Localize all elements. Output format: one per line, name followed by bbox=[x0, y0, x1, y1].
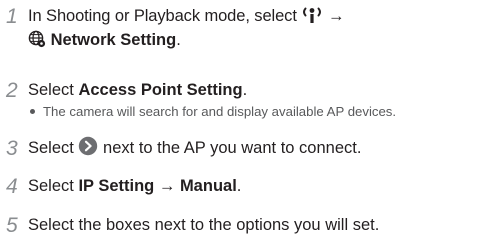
step-1-bold: Network Setting bbox=[50, 31, 177, 49]
step-number: 5 bbox=[6, 214, 18, 237]
step-suffix: next to the AP you want to connect. bbox=[103, 139, 362, 157]
instruction-steps: 1 In Shooting or Playback mode, select → bbox=[0, 0, 502, 242]
step-4: 4 Select IP Setting → Manual. bbox=[6, 176, 241, 197]
step-number: 2 bbox=[6, 79, 18, 102]
step-text: Select the boxes next to the options you… bbox=[28, 216, 380, 234]
step-number: 4 bbox=[6, 175, 18, 198]
bullet-dot bbox=[30, 109, 35, 114]
step-number: 1 bbox=[6, 5, 18, 28]
wifi-icon bbox=[301, 6, 323, 29]
step-2: 2 Select Access Point Setting. bbox=[6, 80, 247, 101]
step-1-line-2: Network Setting. bbox=[28, 30, 181, 53]
step-4-bold-2: Manual bbox=[179, 177, 237, 195]
bullet-text: The camera will search for and display a… bbox=[43, 104, 397, 119]
step-prefix: Select bbox=[28, 81, 74, 99]
step-prefix: Select bbox=[28, 177, 74, 195]
arrow-text: → bbox=[328, 7, 345, 25]
step-2-bold: Access Point Setting bbox=[78, 81, 243, 99]
network-globe-icon bbox=[28, 30, 46, 53]
step-suffix: . bbox=[242, 81, 248, 99]
step-2-bullet: The camera will search for and display a… bbox=[30, 104, 396, 120]
step-5: 5 Select the boxes next to the options yo… bbox=[6, 215, 379, 236]
step-suffix: . bbox=[236, 177, 242, 195]
step-4-bold-1: IP Setting bbox=[78, 177, 155, 195]
step-text: In Shooting or Playback mode, select bbox=[28, 7, 297, 25]
step-prefix: Select bbox=[28, 139, 74, 157]
step-3: 3 Select next to the AP you want to conne… bbox=[6, 136, 361, 161]
step-1: 1 In Shooting or Playback mode, select → bbox=[6, 6, 345, 29]
step-number: 3 bbox=[6, 137, 18, 160]
arrow-circle-icon bbox=[78, 136, 98, 161]
step-1-period: . bbox=[176, 31, 181, 49]
arrow-text: → bbox=[158, 177, 176, 195]
